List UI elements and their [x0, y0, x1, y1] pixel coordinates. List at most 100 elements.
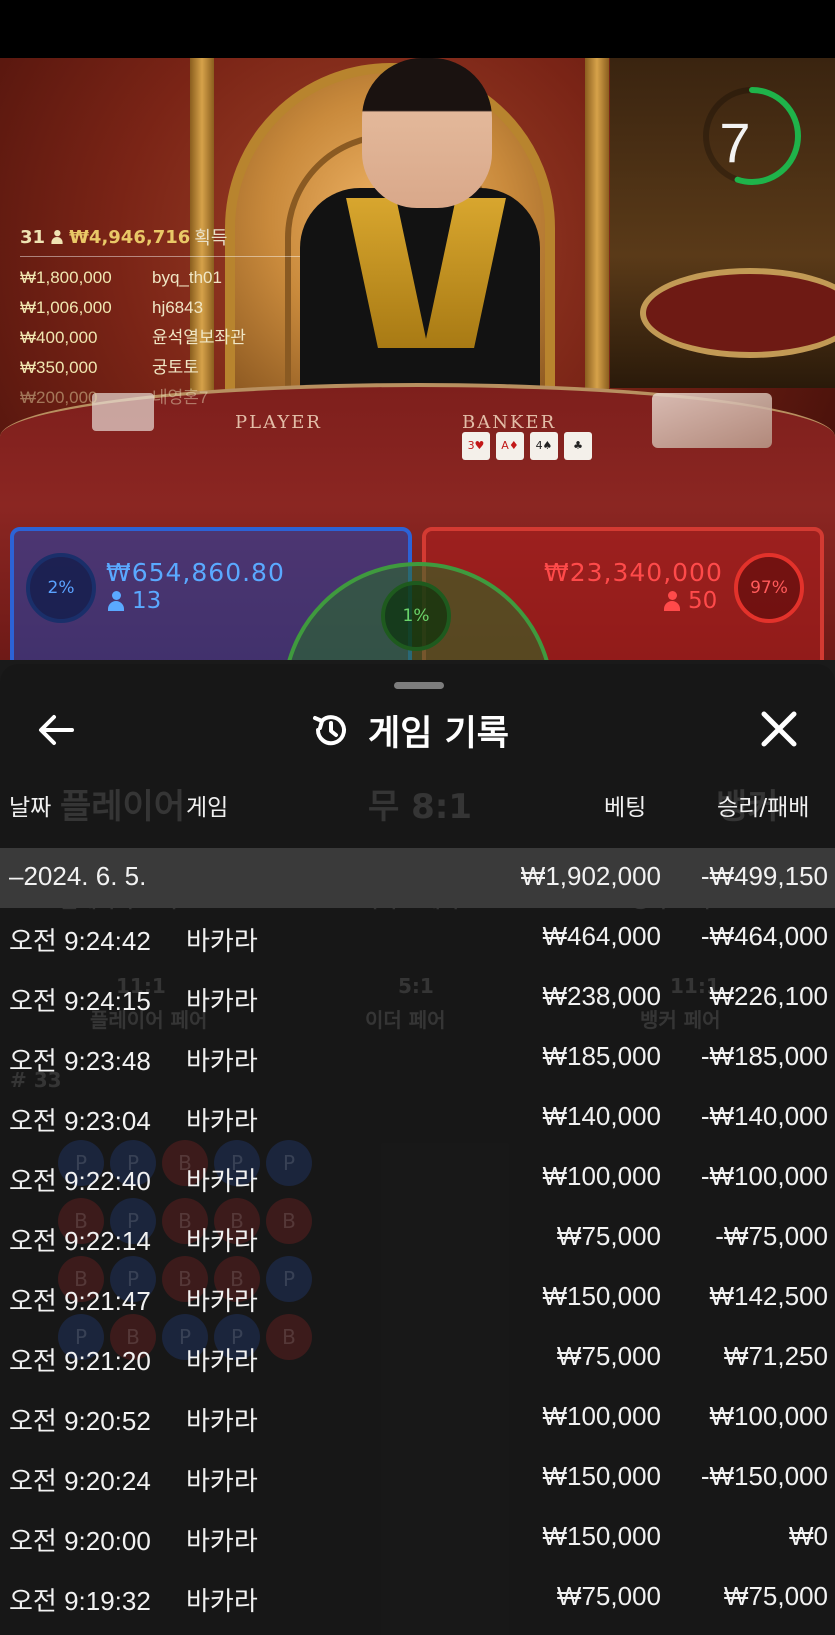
person-icon	[51, 230, 63, 244]
drag-handle[interactable]	[394, 682, 444, 689]
banker-pool-amount: ₩23,340,000	[544, 558, 723, 587]
winners-label: 획득	[194, 228, 228, 249]
person-icon	[108, 591, 124, 611]
history-row[interactable]: 오전 9:20:24 바카라 ₩150,000 -₩150,000	[0, 1448, 835, 1508]
row-result: -₩150,000	[700, 1461, 828, 1491]
banker-bettors: 50	[664, 588, 717, 614]
row-bet: ₩140,000	[542, 1101, 661, 1131]
row-result: ₩0	[789, 1521, 828, 1551]
row-time: 오전 9:24:15	[9, 986, 151, 1016]
history-icon	[313, 715, 346, 746]
row-result: -₩75,000	[715, 1221, 828, 1251]
row-bet: ₩75,000	[556, 1221, 661, 1251]
row-result: ₩71,250	[723, 1341, 828, 1371]
table-label-player: PLAYER	[235, 412, 322, 433]
dealt-cards: 3♥ A♦ 4♠ ♣	[462, 432, 612, 460]
row-time: 오전 9:20:00	[9, 1526, 151, 1556]
row-bet: ₩238,000	[542, 981, 661, 1011]
winner-row: ₩200,000 내영혼7	[20, 388, 209, 407]
row-game: 바카라	[186, 1166, 258, 1196]
date-summary-row[interactable]: –2024. 6. 5. ₩1,902,000 -₩499,150	[0, 848, 835, 908]
row-bet: ₩185,000	[542, 1041, 661, 1071]
row-bet: ₩75,000	[556, 1341, 661, 1371]
row-game: 바카라	[186, 1226, 258, 1256]
player-pool-amount: ₩654,860.80	[106, 558, 285, 587]
row-time: 오전 9:20:24	[9, 1466, 151, 1496]
ghost-tie-label: 무 8:1	[368, 787, 473, 827]
dealer-head	[362, 58, 492, 208]
table-label-banker: BANKER	[462, 412, 557, 433]
history-row[interactable]: 오전 9:23:48 바카라 ₩185,000 -₩185,000	[0, 1028, 835, 1088]
sheet-title-text: 게임 기록	[368, 713, 509, 754]
winners-count: 31	[20, 226, 46, 248]
row-game: 바카라	[186, 1046, 258, 1076]
row-time: 오전 9:20:52	[9, 1406, 151, 1436]
player-bettors: 13	[108, 588, 161, 614]
column-game: 게임	[186, 795, 229, 821]
row-bet: ₩150,000	[542, 1521, 661, 1551]
row-result: ₩226,100	[709, 981, 828, 1011]
row-result: ₩75,000	[723, 1581, 828, 1611]
close-icon[interactable]	[754, 704, 804, 754]
winners-total: ₩4,946,716	[69, 226, 191, 248]
row-time: 오전 9:21:47	[9, 1286, 151, 1316]
row-game: 바카라	[186, 986, 258, 1016]
summary-date: –2024. 6. 5.	[9, 861, 147, 891]
row-result: ₩100,000	[709, 1401, 828, 1431]
row-time: 오전 9:21:20	[9, 1346, 151, 1376]
row-bet: ₩100,000	[542, 1401, 661, 1431]
person-icon	[664, 591, 680, 611]
row-game: 바카라	[186, 1526, 258, 1556]
row-game: 바카라	[186, 1586, 258, 1616]
column-result: 승리/패배	[717, 795, 810, 821]
sheet-title: 게임 기록	[310, 706, 509, 754]
row-time: 오전 9:23:04	[9, 1106, 151, 1136]
row-time: 오전 9:19:32	[9, 1586, 151, 1616]
row-bet: ₩150,000	[542, 1461, 661, 1491]
winner-row: ₩1,800,000 byq_th01	[20, 268, 222, 287]
row-time: 오전 9:22:14	[9, 1226, 151, 1256]
history-row[interactable]: 오전 9:22:14 바카라 ₩75,000 -₩75,000	[0, 1208, 835, 1268]
row-game: 바카라	[186, 926, 258, 956]
history-row[interactable]: 오전 9:23:04 바카라 ₩140,000 -₩140,000	[0, 1088, 835, 1148]
summary-bet: ₩1,902,000	[520, 861, 661, 891]
banker-percent: 97%	[734, 553, 804, 623]
row-game: 바카라	[186, 1466, 258, 1496]
row-bet: ₩150,000	[542, 1281, 661, 1311]
history-row[interactable]: 오전 9:24:42 바카라 ₩464,000 -₩464,000	[0, 908, 835, 968]
row-result: ₩142,500	[709, 1281, 828, 1311]
row-result: -₩185,000	[700, 1041, 828, 1071]
history-row[interactable]: 오전 9:22:40 바카라 ₩100,000 -₩100,000	[0, 1148, 835, 1208]
sheet-header: 게임 기록	[0, 700, 835, 760]
row-time: 오전 9:22:40	[9, 1166, 151, 1196]
app-root: PLAYER BANKER 3♥ A♦ 4♠ ♣ 7 31 ₩4,946,716…	[0, 0, 835, 1635]
back-arrow-icon[interactable]	[34, 708, 84, 752]
history-row[interactable]: 오전 9:20:52 바카라 ₩100,000 ₩100,000	[0, 1388, 835, 1448]
history-row[interactable]: 오전 9:21:47 바카라 ₩150,000 ₩142,500	[0, 1268, 835, 1328]
history-row[interactable]: 오전 9:20:00 바카라 ₩150,000 ₩0	[0, 1508, 835, 1568]
winner-row: ₩400,000 윤석열보좌관	[20, 328, 246, 347]
history-row[interactable]: 오전 9:24:15 바카라 ₩238,000 ₩226,100	[0, 968, 835, 1028]
history-row[interactable]: 오전 9:21:20 바카라 ₩75,000 ₩71,250	[0, 1328, 835, 1388]
winners-header: 31 ₩4,946,716 획득	[20, 224, 300, 257]
row-game: 바카라	[186, 1346, 258, 1376]
history-row[interactable]: 오전 9:19:32 바카라 ₩75,000 ₩75,000	[0, 1568, 835, 1628]
row-game: 바카라	[186, 1286, 258, 1316]
history-table: –2024. 6. 5. ₩1,902,000 -₩499,150 오전 9:2…	[0, 848, 835, 1628]
winner-row: ₩1,006,000 hj6843	[20, 298, 204, 317]
winners-list: 31 ₩4,946,716 획득 ₩1,800,000 byq_th01 ₩1,0…	[20, 224, 300, 413]
countdown-number: 7	[719, 111, 751, 174]
card-shoe	[652, 393, 772, 448]
player-percent: 2%	[26, 553, 96, 623]
row-result: -₩100,000	[700, 1161, 828, 1191]
row-game: 바카라	[186, 1406, 258, 1436]
winner-row: ₩350,000 궁토토	[20, 358, 199, 377]
row-result: -₩464,000	[700, 921, 828, 951]
row-game: 바카라	[186, 1106, 258, 1136]
row-time: 오전 9:24:42	[9, 926, 151, 956]
row-bet: ₩464,000	[542, 921, 661, 951]
summary-result: -₩499,150	[700, 861, 828, 891]
column-bet: 베팅	[604, 795, 647, 821]
tie-percent: 1%	[381, 581, 451, 651]
row-bet: ₩75,000	[556, 1581, 661, 1611]
